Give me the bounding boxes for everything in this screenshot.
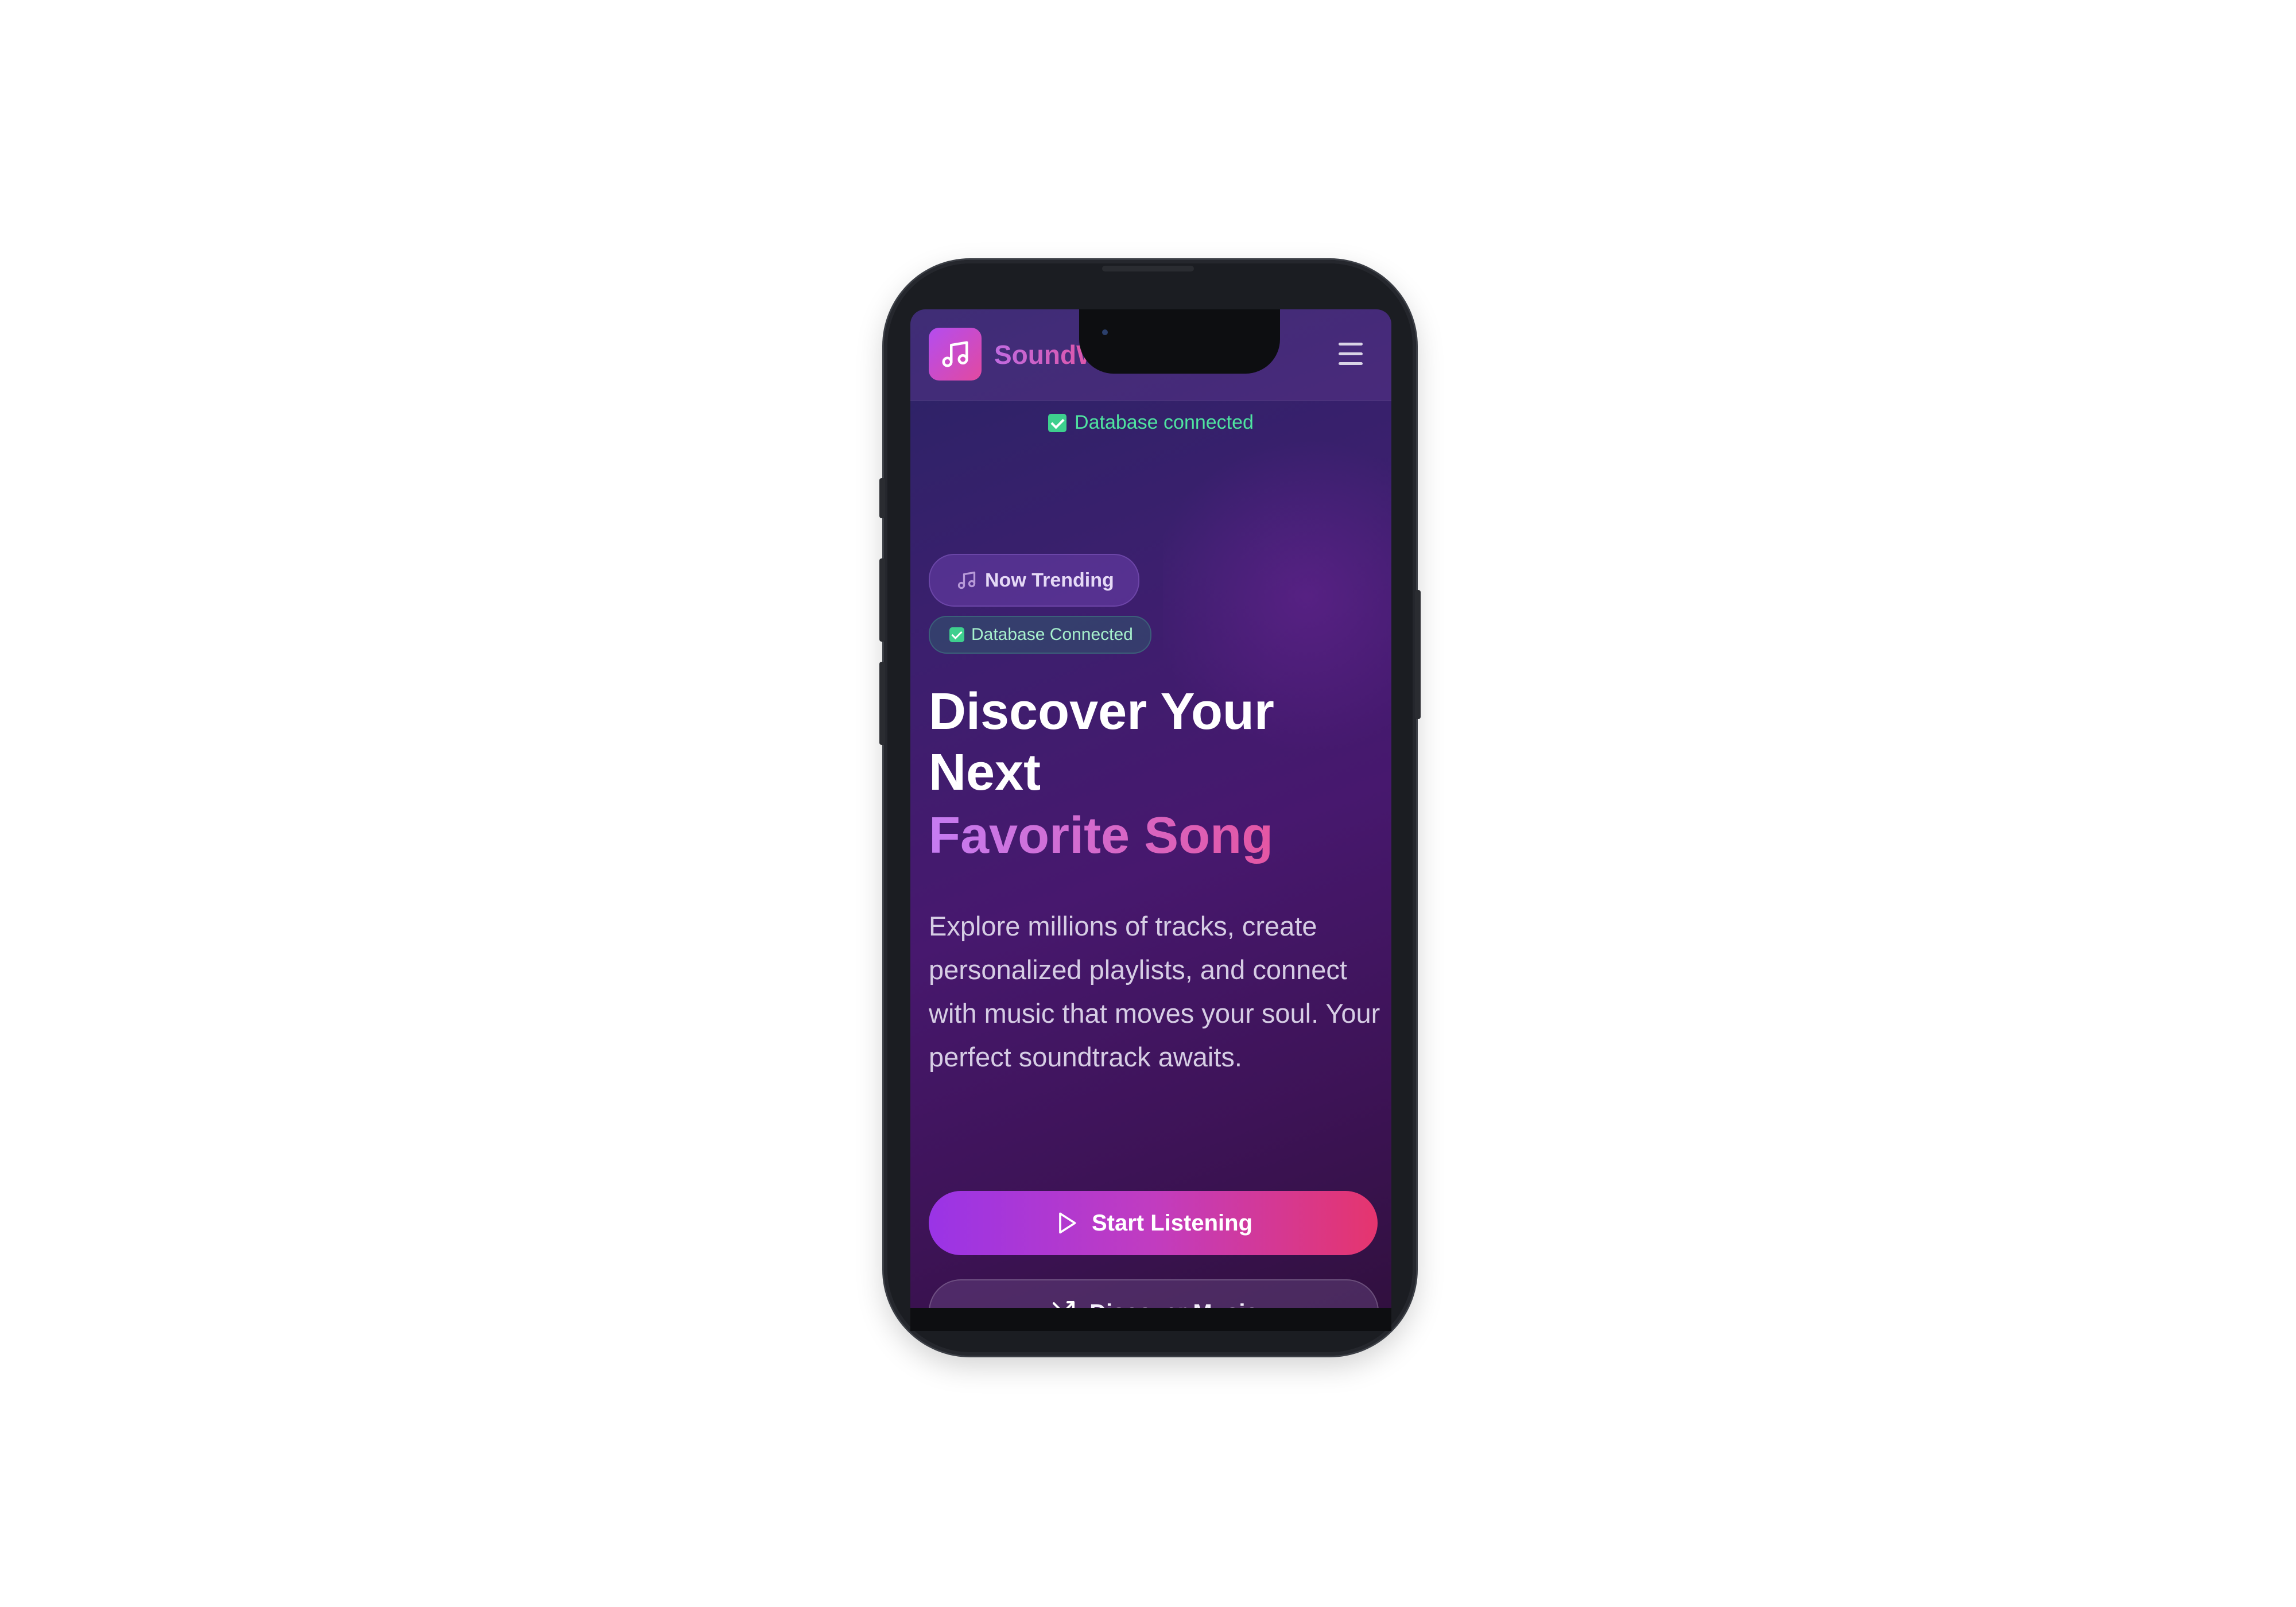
- hero-title: Discover Your Next Favorite Song: [929, 681, 1382, 866]
- discover-music-button[interactable]: Discover Music: [929, 1279, 1379, 1308]
- database-connected-badge: Database Connected: [929, 616, 1151, 654]
- hamburger-menu-icon-bar: [1339, 352, 1363, 355]
- checkbox-check-icon: [1048, 413, 1067, 432]
- database-status: Database connected: [910, 412, 1391, 434]
- hero-description: Explore millions of tracks, create perso…: [929, 911, 1380, 1072]
- volume-up-button: [879, 558, 885, 642]
- music-note-icon: [957, 571, 976, 589]
- notch: [1079, 309, 1280, 374]
- discover-music-label: Discover Music: [1089, 1300, 1258, 1309]
- start-listening-button[interactable]: Start Listening: [929, 1191, 1378, 1255]
- bottom-bezel: [910, 1308, 1391, 1331]
- hamburger-menu-icon-bar: [1339, 362, 1363, 365]
- front-camera: [1102, 329, 1108, 335]
- hero-title-accent: Favorite Song: [929, 805, 1382, 866]
- checkbox-check-icon: [949, 627, 964, 642]
- stage: SoundWave Database connected Now Trendin…: [0, 0, 2296, 1607]
- power-button: [1415, 590, 1421, 719]
- database-connected-label: Database Connected: [971, 625, 1133, 644]
- logo[interactable]: [929, 328, 982, 381]
- volume-down-button: [879, 662, 885, 745]
- database-status-text: Database connected: [1075, 412, 1254, 433]
- action-button: [879, 478, 885, 518]
- now-trending-label: Now Trending: [985, 569, 1114, 591]
- menu-button[interactable]: [1335, 340, 1366, 369]
- now-trending-badge[interactable]: Now Trending: [929, 554, 1139, 607]
- hamburger-menu-icon: [1339, 343, 1363, 346]
- play-icon: [1059, 1212, 1076, 1234]
- phone-screen: SoundWave Database connected Now Trendin…: [910, 309, 1391, 1308]
- hero-title-line2: Next: [929, 744, 1041, 801]
- phone-frame: SoundWave Database connected Now Trendin…: [879, 260, 1421, 1356]
- shuffle-icon: [1053, 1301, 1075, 1308]
- hero-title-line1: Discover Your: [929, 683, 1274, 740]
- music-note-icon: [942, 341, 968, 367]
- top-speaker: [1102, 266, 1194, 271]
- start-listening-label: Start Listening: [1091, 1210, 1253, 1236]
